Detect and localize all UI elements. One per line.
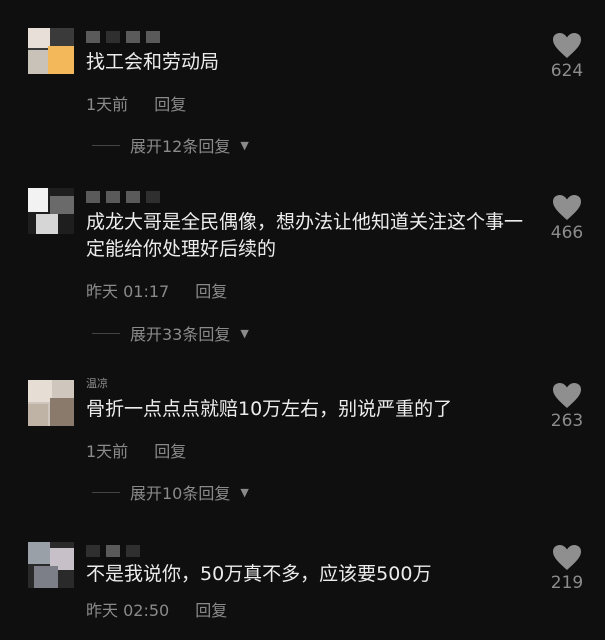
username-blurred[interactable] [86,188,160,206]
expand-replies-button[interactable]: 展开10条回复 ▼ [92,480,249,504]
comment-item: 找工会和劳动局 1天前 回复 展开12条回复 ▼ 624 [0,22,605,162]
comment-item: 不是我说你，50万真不多，应该要500万 昨天 02:50 回复 219 [0,540,605,640]
reply-button[interactable]: 回复 [154,438,186,462]
comment-time: 1天前 [86,95,129,114]
comment-item: 成龙大哥是全民偶像，想办法让他知道关注这个事一定能给你处理好后续的 昨天 01:… [0,186,605,356]
comment-meta: 昨天 02:50 回复 [86,597,227,621]
like-count: 466 [550,223,584,243]
username-blurred[interactable] [86,28,160,46]
heart-icon [553,383,581,408]
comment-time: 1天前 [86,442,129,461]
like-count: 219 [550,573,584,593]
like-count: 624 [550,61,584,81]
heart-icon [553,33,581,58]
triangle-down-icon: ▼ [240,138,249,152]
expand-replies-button[interactable]: 展开12条回复 ▼ [92,133,249,157]
comment-text: 成龙大哥是全民偶像，想办法让他知道关注这个事一定能给你处理好后续的 [86,211,524,260]
divider-line [92,144,120,146]
comment-meta: 1天前 回复 [86,91,186,115]
expand-replies-button[interactable]: 展开33条回复 ▼ [92,321,249,345]
comment-text: 不是我说你，50万真不多，应该要500万 [86,563,432,585]
avatar[interactable] [28,28,74,74]
reply-button[interactable]: 回复 [195,597,227,621]
username-blurred[interactable] [86,542,140,560]
comment-time: 昨天 01:17 [86,282,170,301]
like-button[interactable]: 624 [543,32,591,81]
comment-meta: 1天前 回复 [86,438,186,462]
comment-item: 温凉 骨折一点点点就赔10万左右，别说严重的了 1天前 回复 展开10条回复 ▼… [0,376,605,516]
triangle-down-icon: ▼ [240,485,249,499]
divider-line [92,332,120,334]
username-text: 温凉 [86,377,108,390]
avatar[interactable] [28,188,74,234]
avatar[interactable] [28,542,74,588]
username[interactable]: 温凉 [86,374,108,392]
like-button[interactable]: 219 [543,544,591,593]
comment-meta: 昨天 01:17 回复 [86,278,227,302]
like-count: 263 [550,411,584,431]
comment-time: 昨天 02:50 [86,601,170,620]
expand-replies-label: 展开12条回复 [130,137,231,156]
avatar[interactable] [28,380,74,426]
divider-line [92,491,120,493]
expand-replies-label: 展开33条回复 [130,325,231,344]
reply-button[interactable]: 回复 [154,91,186,115]
reply-button[interactable]: 回复 [195,278,227,302]
heart-icon [553,545,581,570]
like-button[interactable]: 466 [543,194,591,243]
like-button[interactable]: 263 [543,382,591,431]
comment-text: 找工会和劳动局 [86,51,220,73]
triangle-down-icon: ▼ [240,326,249,340]
heart-icon [553,195,581,220]
expand-replies-label: 展开10条回复 [130,484,231,503]
comment-text: 骨折一点点点就赔10万左右，别说严重的了 [86,398,453,420]
